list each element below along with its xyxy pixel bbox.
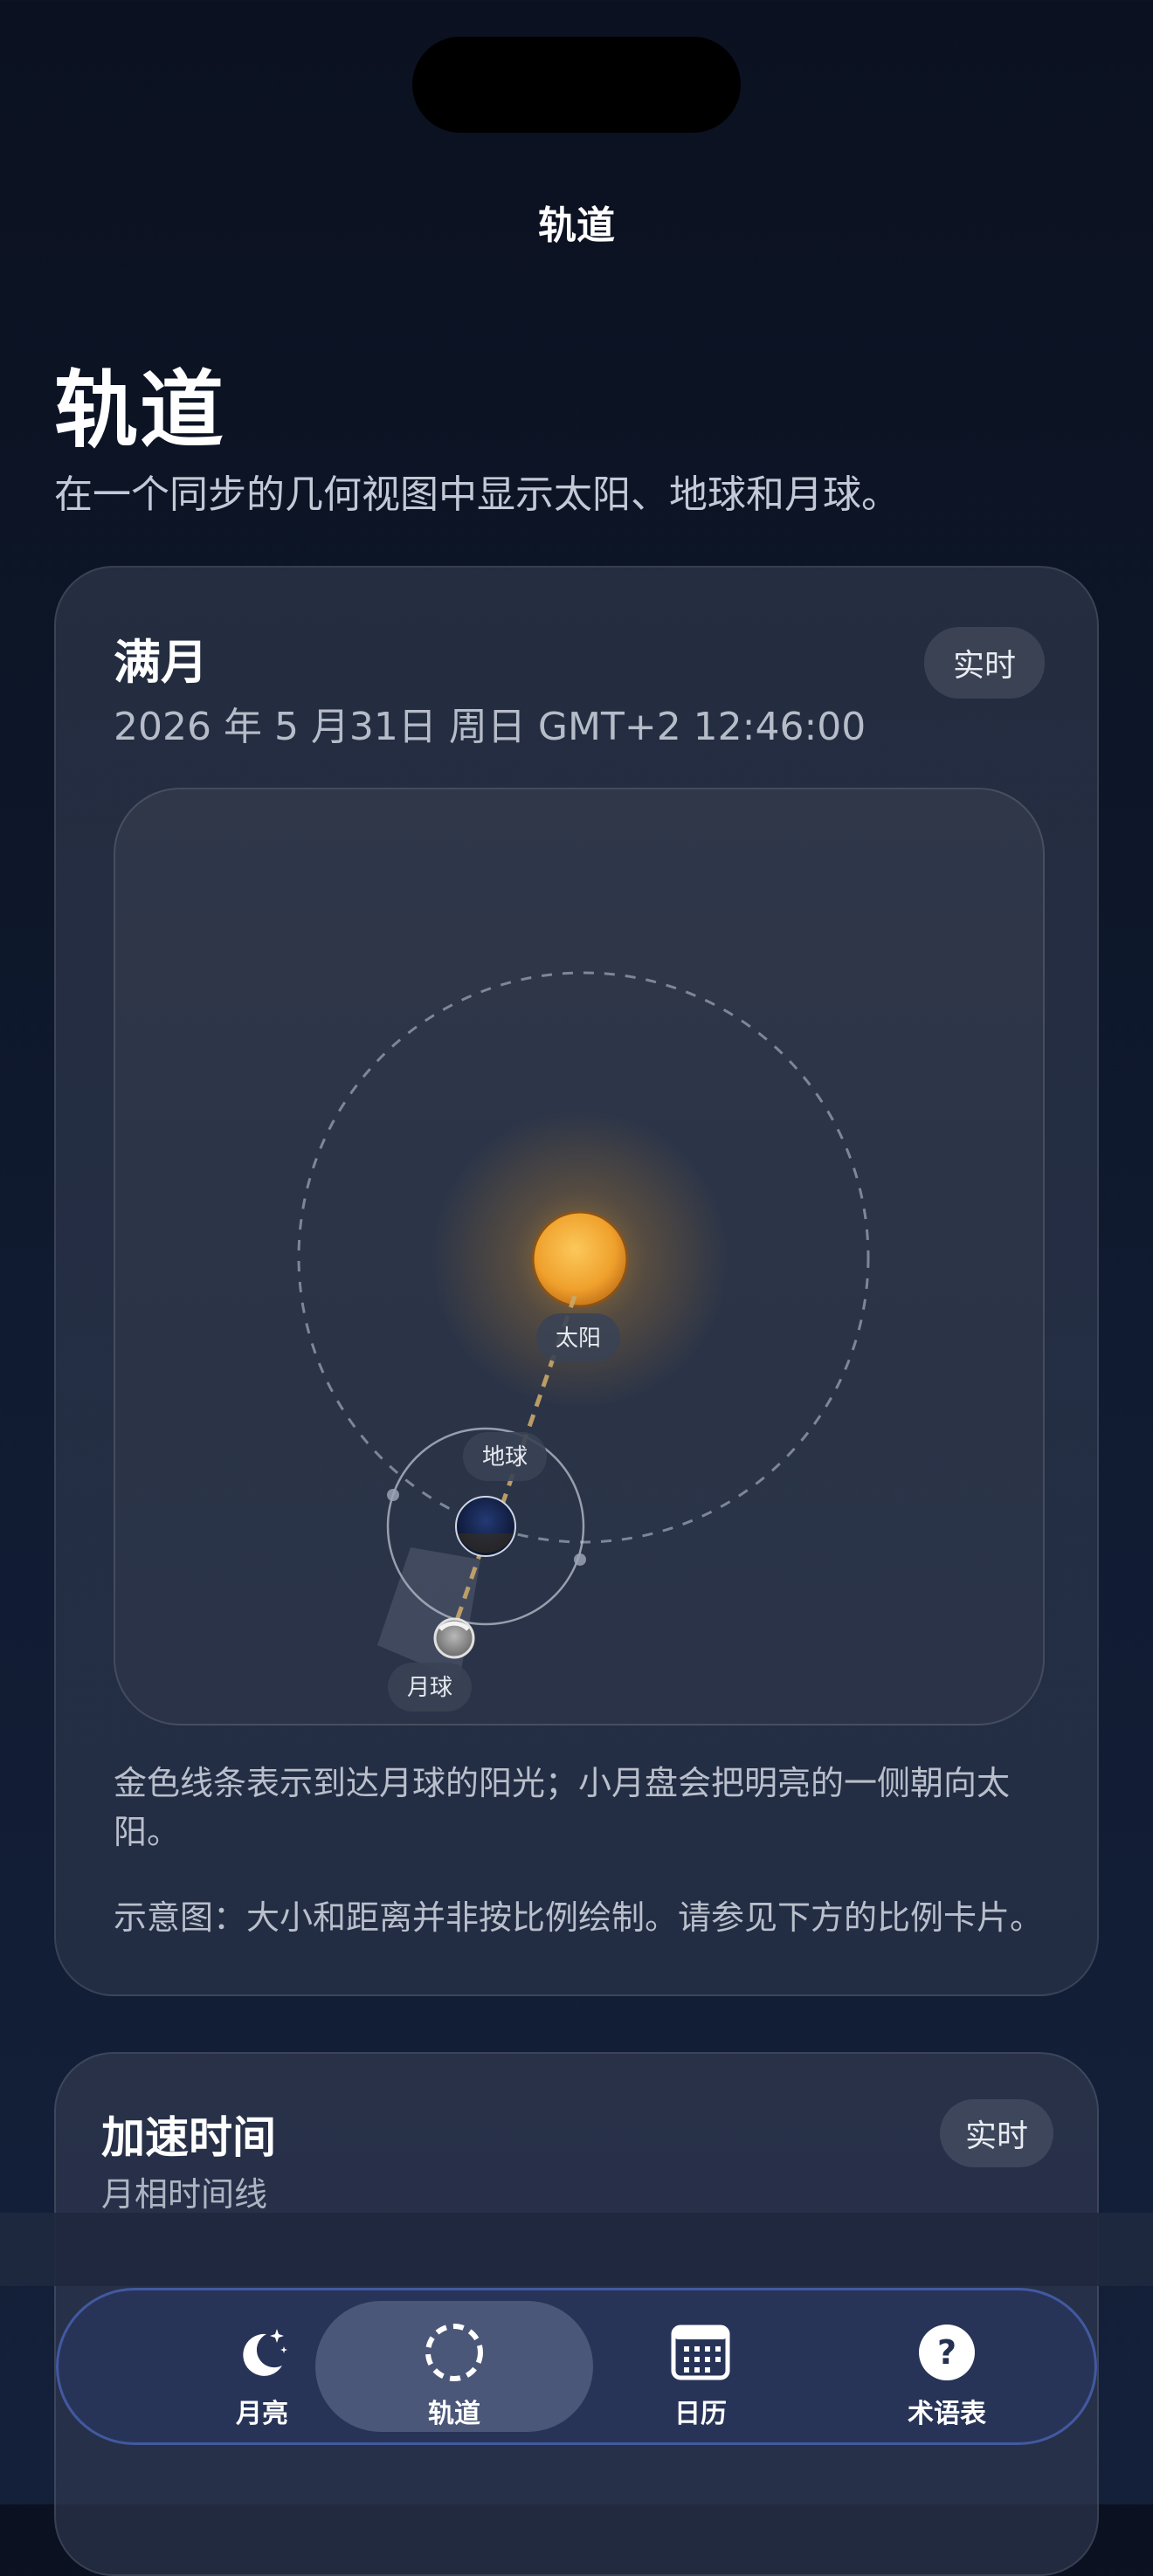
page-subtitle: 在一个同步的几何视图中显示太阳、地球和月球。 xyxy=(54,472,900,517)
tabbar-backdrop xyxy=(0,2213,1153,2286)
tab-orbit-label: 轨道 xyxy=(428,2399,480,2429)
earth-label: 地球 xyxy=(482,1444,528,1471)
tab-calendar-label: 日历 xyxy=(674,2399,727,2429)
orbit-marker xyxy=(387,1489,399,1501)
orbit-card: 满月 2026 年 5 月31日 周日 GMT+2 12:46:00 实时 太阳… xyxy=(54,566,1099,1996)
moon-phase-name: 满月 xyxy=(114,635,208,690)
moon-stars-icon xyxy=(231,2322,293,2383)
timelapse-live-button[interactable]: 实时 xyxy=(940,2099,1053,2167)
orbit-diagram-svg: 太阳 地球 月球 xyxy=(297,971,870,1712)
moon-label: 月球 xyxy=(407,1675,452,1701)
page-title: 轨道 xyxy=(54,362,225,459)
svg-text:?: ? xyxy=(937,2333,956,2372)
sun-label: 太阳 xyxy=(556,1326,601,1352)
scale-note: 示意图：大小和距离并非按比例绘制。请参见下方的比例卡片。 xyxy=(114,1898,1044,1937)
diagram-caption: 金色线条表示到达月球的阳光；小月盘会把明亮的一侧朝向太阳。 xyxy=(114,1764,1011,1851)
earth-night-side xyxy=(458,1533,514,1553)
nav-title: 轨道 xyxy=(538,203,615,248)
dynamic-island xyxy=(412,37,741,133)
orbit-marker xyxy=(574,1553,586,1566)
timelapse-title: 加速时间 xyxy=(101,2112,276,2163)
calendar-icon xyxy=(670,2322,731,2383)
orbit-diagram[interactable]: 太阳 地球 月球 xyxy=(114,788,1045,1725)
live-button[interactable]: 实时 xyxy=(924,627,1045,699)
tab-glossary-label: 术语表 xyxy=(908,2399,986,2429)
phase-datetime: 2026 年 5 月31日 周日 GMT+2 12:46:00 xyxy=(114,705,866,749)
orbit-icon xyxy=(424,2322,485,2383)
tab-glossary[interactable]: ? 术语表 xyxy=(808,2301,1086,2432)
tab-orbit[interactable]: 轨道 xyxy=(315,2301,593,2432)
earth-shadow-cone xyxy=(377,1547,480,1680)
tab-moon-label: 月亮 xyxy=(236,2399,288,2429)
question-icon: ? xyxy=(916,2322,977,2383)
tab-bar: 月亮 轨道 日历 ? 术语表 xyxy=(56,2288,1097,2445)
tab-calendar[interactable]: 日历 xyxy=(562,2301,839,2432)
timelapse-subtitle: 月相时间线 xyxy=(101,2175,268,2214)
sun-body xyxy=(531,1210,629,1308)
